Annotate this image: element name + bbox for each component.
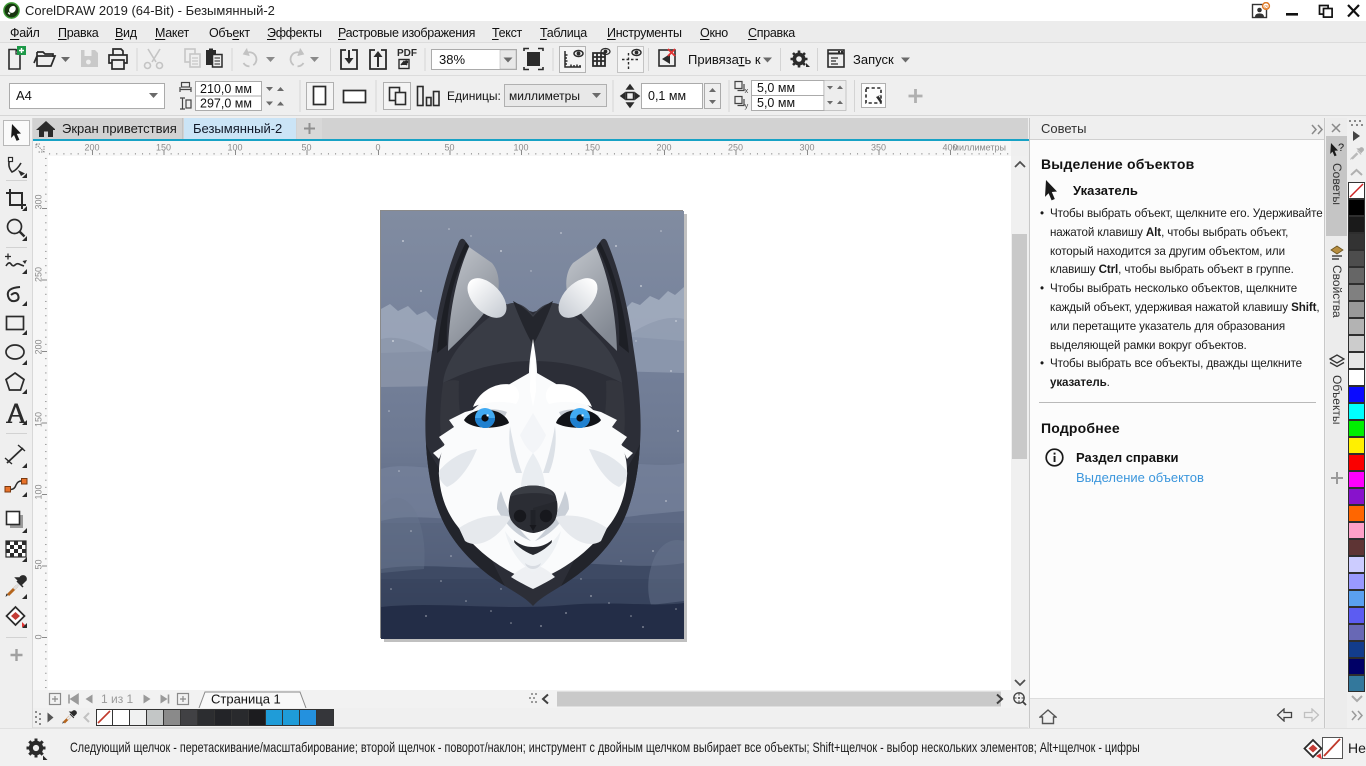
svg-text:миллиметры: миллиметры [509, 89, 580, 103]
svg-text:100: 100 [34, 484, 44, 499]
svg-text:250: 250 [34, 267, 44, 282]
svg-text:5,0 мм: 5,0 мм [757, 96, 795, 110]
svg-text:0,1 мм: 0,1 мм [648, 89, 686, 103]
svg-text:297,0 мм: 297,0 мм [200, 97, 252, 111]
svg-text:50: 50 [444, 143, 454, 153]
svg-text:0: 0 [375, 143, 380, 153]
svg-text:200: 200 [84, 143, 99, 153]
svg-text:?: ? [1338, 142, 1344, 154]
svg-text:⊘: ⊘ [1264, 4, 1269, 10]
svg-text:0: 0 [34, 634, 44, 639]
svg-text:38%: 38% [439, 52, 465, 67]
svg-text:350: 350 [871, 143, 886, 153]
svg-text:Единицы:: Единицы: [447, 89, 501, 103]
svg-text:150: 150 [34, 412, 44, 427]
svg-text:Привязать к: Привязать к [688, 52, 761, 67]
svg-text:150: 150 [585, 143, 600, 153]
svg-text:50: 50 [301, 143, 311, 153]
svg-text:Страница 1: Страница 1 [211, 692, 281, 707]
svg-text:200: 200 [34, 339, 44, 354]
svg-text:100: 100 [227, 143, 242, 153]
svg-text:150: 150 [156, 143, 171, 153]
svg-text:200: 200 [656, 143, 671, 153]
svg-text:A4: A4 [16, 88, 32, 103]
svg-text:миллиметры: миллиметры [953, 143, 1006, 153]
svg-text:50: 50 [34, 559, 44, 569]
svg-text:Запуск: Запуск [853, 52, 894, 67]
svg-text:PDF: PDF [397, 48, 417, 59]
svg-text:1 из 1: 1 из 1 [101, 692, 134, 706]
svg-text:300: 300 [34, 194, 44, 209]
svg-text:250: 250 [728, 143, 743, 153]
svg-text:x: x [745, 86, 749, 95]
svg-text:5,0 мм: 5,0 мм [757, 81, 795, 95]
svg-text:y: y [745, 101, 749, 110]
svg-text:100: 100 [513, 143, 528, 153]
svg-text:210,0 мм: 210,0 мм [200, 82, 252, 96]
svg-text:300: 300 [799, 143, 814, 153]
